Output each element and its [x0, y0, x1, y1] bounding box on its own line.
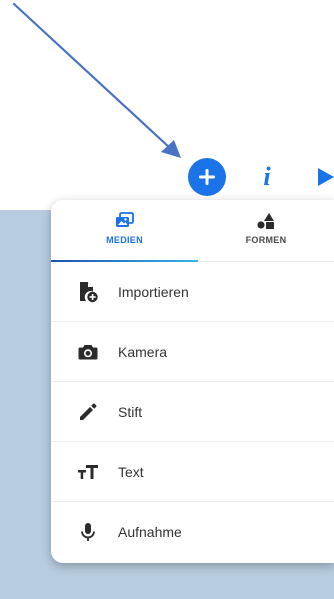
text-size-icon: [77, 461, 99, 483]
canvas-top-area: [0, 0, 334, 210]
tab-medien-label: MEDIEN: [106, 235, 143, 245]
menu-item-stift[interactable]: Stift: [51, 382, 334, 442]
info-button[interactable]: i: [254, 162, 280, 192]
image-gallery-icon: [115, 212, 134, 227]
menu-item-label: Aufnahme: [118, 524, 182, 540]
menu-item-importieren[interactable]: Importieren: [51, 262, 334, 322]
menu-item-label: Kamera: [118, 343, 168, 360]
active-tab-indicator: [51, 260, 198, 262]
insert-tabs: MEDIEN FORMEN: [51, 200, 334, 262]
shapes-icon: [257, 213, 274, 229]
menu-item-aufnahme[interactable]: Aufnahme: [51, 502, 334, 562]
play-icon: [318, 168, 334, 186]
tab-formen[interactable]: FORMEN: [198, 200, 334, 261]
plus-icon: [199, 169, 215, 185]
menu-item-label: Importieren: [118, 283, 189, 300]
play-button[interactable]: [316, 164, 334, 190]
file-add-icon: [77, 281, 99, 303]
info-icon: i: [263, 162, 271, 191]
add-button[interactable]: [188, 158, 226, 196]
microphone-icon: [77, 521, 99, 543]
pen-icon: [77, 401, 99, 423]
menu-item-text[interactable]: Text: [51, 442, 334, 502]
menu-item-kamera[interactable]: Kamera: [51, 322, 334, 382]
tab-medien[interactable]: MEDIEN: [51, 200, 198, 261]
menu-item-label: Stift: [118, 403, 143, 420]
menu-item-label: Text: [118, 463, 144, 480]
tab-formen-label: FORMEN: [245, 235, 287, 245]
insert-menu-panel: MEDIEN FORMEN Importieren Kamera Stift T…: [51, 200, 334, 563]
camera-icon: [77, 341, 99, 363]
